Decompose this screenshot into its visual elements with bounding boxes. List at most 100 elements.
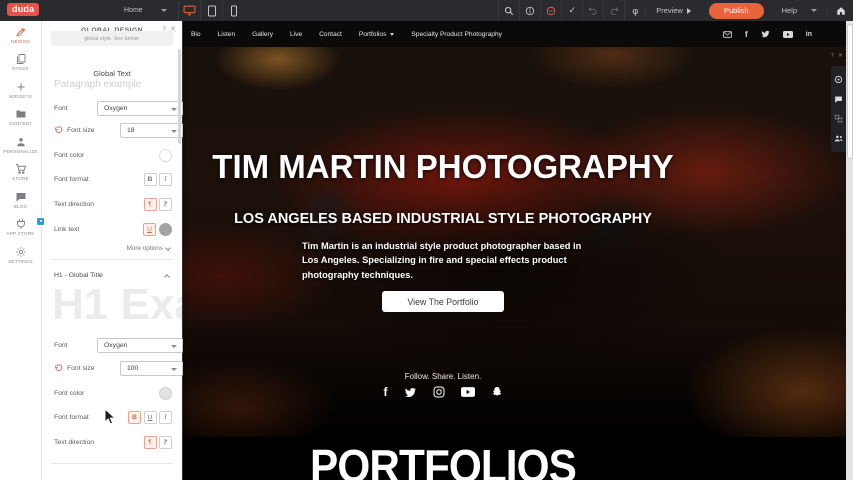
- mobile-icon: [230, 5, 238, 17]
- desktop-view-button[interactable]: [178, 0, 200, 21]
- blog-comment-icon: [15, 191, 27, 203]
- duda-logo[interactable]: duda: [7, 3, 39, 16]
- instagram-icon[interactable]: [433, 385, 445, 399]
- status-button[interactable]: [540, 0, 561, 21]
- font-size-select[interactable]: 18: [120, 123, 183, 138]
- help-dropdown[interactable]: Help: [772, 6, 827, 15]
- portfolios-heading[interactable]: PORTFOLIOS: [204, 443, 682, 480]
- sidebar-item-design[interactable]: DESIGN: [0, 21, 41, 49]
- page-selector-value: Home: [124, 7, 143, 14]
- comment-icon: [834, 95, 843, 104]
- float-help-button[interactable]: ?: [831, 53, 834, 59]
- team-button[interactable]: [834, 134, 844, 143]
- sidebar-item-blog[interactable]: BLOG: [0, 186, 41, 214]
- font-label: Font: [54, 105, 68, 112]
- sidebar-item-label: PERSONALIZE: [3, 149, 37, 154]
- panel-scrollbar[interactable]: [178, 49, 181, 144]
- publish-button[interactable]: Publish: [709, 3, 764, 19]
- italic-button[interactable]: I: [159, 411, 172, 424]
- nav-link-bio[interactable]: Bio: [191, 31, 201, 38]
- h1-sample-text: H1 Exa: [52, 283, 182, 327]
- italic-button[interactable]: I: [159, 173, 172, 186]
- sidebar-item-store[interactable]: STORE: [0, 159, 41, 187]
- youtube-icon[interactable]: [783, 31, 793, 38]
- sidebar-item-settings[interactable]: SETTINGS: [0, 241, 41, 269]
- sidebar-item-personalize[interactable]: PERSONALIZE: [0, 131, 41, 159]
- reset-style-icon[interactable]: [54, 126, 63, 135]
- nav-link-gallery[interactable]: Gallery: [252, 31, 273, 38]
- float-mini-controls: ? ✕: [831, 53, 843, 59]
- mobile-view-button[interactable]: [222, 0, 244, 21]
- rtl-direction-button[interactable]: ¶: [159, 198, 172, 211]
- page-selector-dropdown[interactable]: Home: [124, 0, 182, 21]
- site-title[interactable]: TIM MARTIN PHOTOGRAPHY: [183, 148, 703, 186]
- font-color-swatch[interactable]: [159, 149, 172, 162]
- screenshot-camera-button[interactable]: [834, 75, 843, 84]
- tablet-icon: [207, 5, 217, 17]
- info-button[interactable]: [519, 0, 540, 21]
- search-button[interactable]: [498, 0, 519, 21]
- chevron-down-icon: [171, 130, 177, 133]
- tablet-view-button[interactable]: [200, 0, 222, 21]
- hero-paragraph[interactable]: Tim Martin is an industrial style produc…: [302, 239, 586, 282]
- ltr-direction-button[interactable]: ¶: [144, 198, 157, 211]
- redo-button[interactable]: [603, 0, 624, 21]
- h1-font-color-swatch[interactable]: [159, 387, 172, 400]
- sidebar-item-label: APP STORE: [7, 231, 35, 236]
- panel-notice: global style. See below.: [51, 31, 173, 46]
- sidebar-item-pages[interactable]: PAGES: [0, 49, 41, 77]
- h1-font-size-select[interactable]: 100: [120, 361, 183, 376]
- dashboard-home-button[interactable]: [827, 6, 847, 16]
- ltr-direction-button[interactable]: ¶: [144, 436, 157, 449]
- save-check-button[interactable]: ✓: [561, 0, 582, 21]
- sidebar-item-widgets[interactable]: WIDGETS: [0, 76, 41, 104]
- more-options-button[interactable]: More options: [127, 245, 170, 252]
- undo-icon: [588, 6, 598, 16]
- underline-button[interactable]: U: [144, 411, 157, 424]
- users-icon: [834, 134, 844, 143]
- bold-button[interactable]: B: [128, 411, 141, 424]
- h1-section-header[interactable]: H1 - Global Title: [54, 268, 172, 283]
- editor-sidebar: DESIGN PAGES WIDGETS CONTENT PERSONALIZE…: [0, 21, 42, 480]
- canvas-scrollbar[interactable]: [846, 21, 853, 480]
- preview-button[interactable]: Preview: [645, 6, 701, 15]
- font-select[interactable]: Oxygen: [97, 101, 183, 116]
- view-portfolio-button[interactable]: View The Portfolio: [382, 291, 504, 312]
- sidebar-item-content[interactable]: CONTENT: [0, 104, 41, 132]
- link-color-swatch[interactable]: [159, 223, 172, 236]
- status-dash-circle-icon: [546, 6, 556, 16]
- twitter-icon[interactable]: [404, 385, 417, 399]
- home-icon: [836, 6, 846, 16]
- help-label: Help: [782, 6, 797, 15]
- reset-style-icon[interactable]: [54, 364, 63, 373]
- font-color-row: Font color: [54, 148, 172, 163]
- layers-button[interactable]: [834, 114, 843, 123]
- nav-link-contact[interactable]: Contact: [319, 31, 342, 38]
- sidebar-item-app-store[interactable]: APP STORE: [0, 214, 41, 242]
- chevron-down-icon: [165, 245, 171, 251]
- scrollbar-thumb[interactable]: [847, 24, 853, 159]
- site-subtitle[interactable]: LOS ANGELES BASED INDUSTRIAL STYLE PHOTO…: [183, 211, 703, 227]
- nav-link-listen[interactable]: Listen: [218, 31, 236, 38]
- nav-link-specialty[interactable]: Specialty Product Photography: [411, 31, 502, 38]
- search-icon: [504, 6, 514, 16]
- comments-button[interactable]: [834, 95, 843, 104]
- float-close-button[interactable]: ✕: [838, 53, 843, 59]
- dev-mode-button[interactable]: φ: [624, 0, 645, 21]
- h1-section-title: H1 - Global Title: [54, 272, 103, 279]
- chevron-down-icon: [390, 33, 394, 36]
- link-underline-button[interactable]: U: [143, 223, 156, 236]
- youtube-icon[interactable]: [461, 385, 475, 399]
- snapchat-icon[interactable]: [491, 385, 503, 399]
- undo-button[interactable]: [582, 0, 603, 21]
- facebook-icon[interactable]: f: [745, 29, 748, 39]
- h1-font-select[interactable]: Oxygen: [97, 338, 183, 353]
- facebook-icon[interactable]: f: [384, 385, 388, 399]
- rtl-direction-button[interactable]: ¶: [159, 436, 172, 449]
- bold-button[interactable]: B: [144, 173, 157, 186]
- email-icon[interactable]: [723, 31, 732, 38]
- nav-link-live[interactable]: Live: [290, 31, 302, 38]
- twitter-icon[interactable]: [761, 30, 770, 38]
- nav-link-portfolios[interactable]: Portfolios: [359, 31, 395, 38]
- linkedin-icon[interactable]: in: [806, 31, 812, 38]
